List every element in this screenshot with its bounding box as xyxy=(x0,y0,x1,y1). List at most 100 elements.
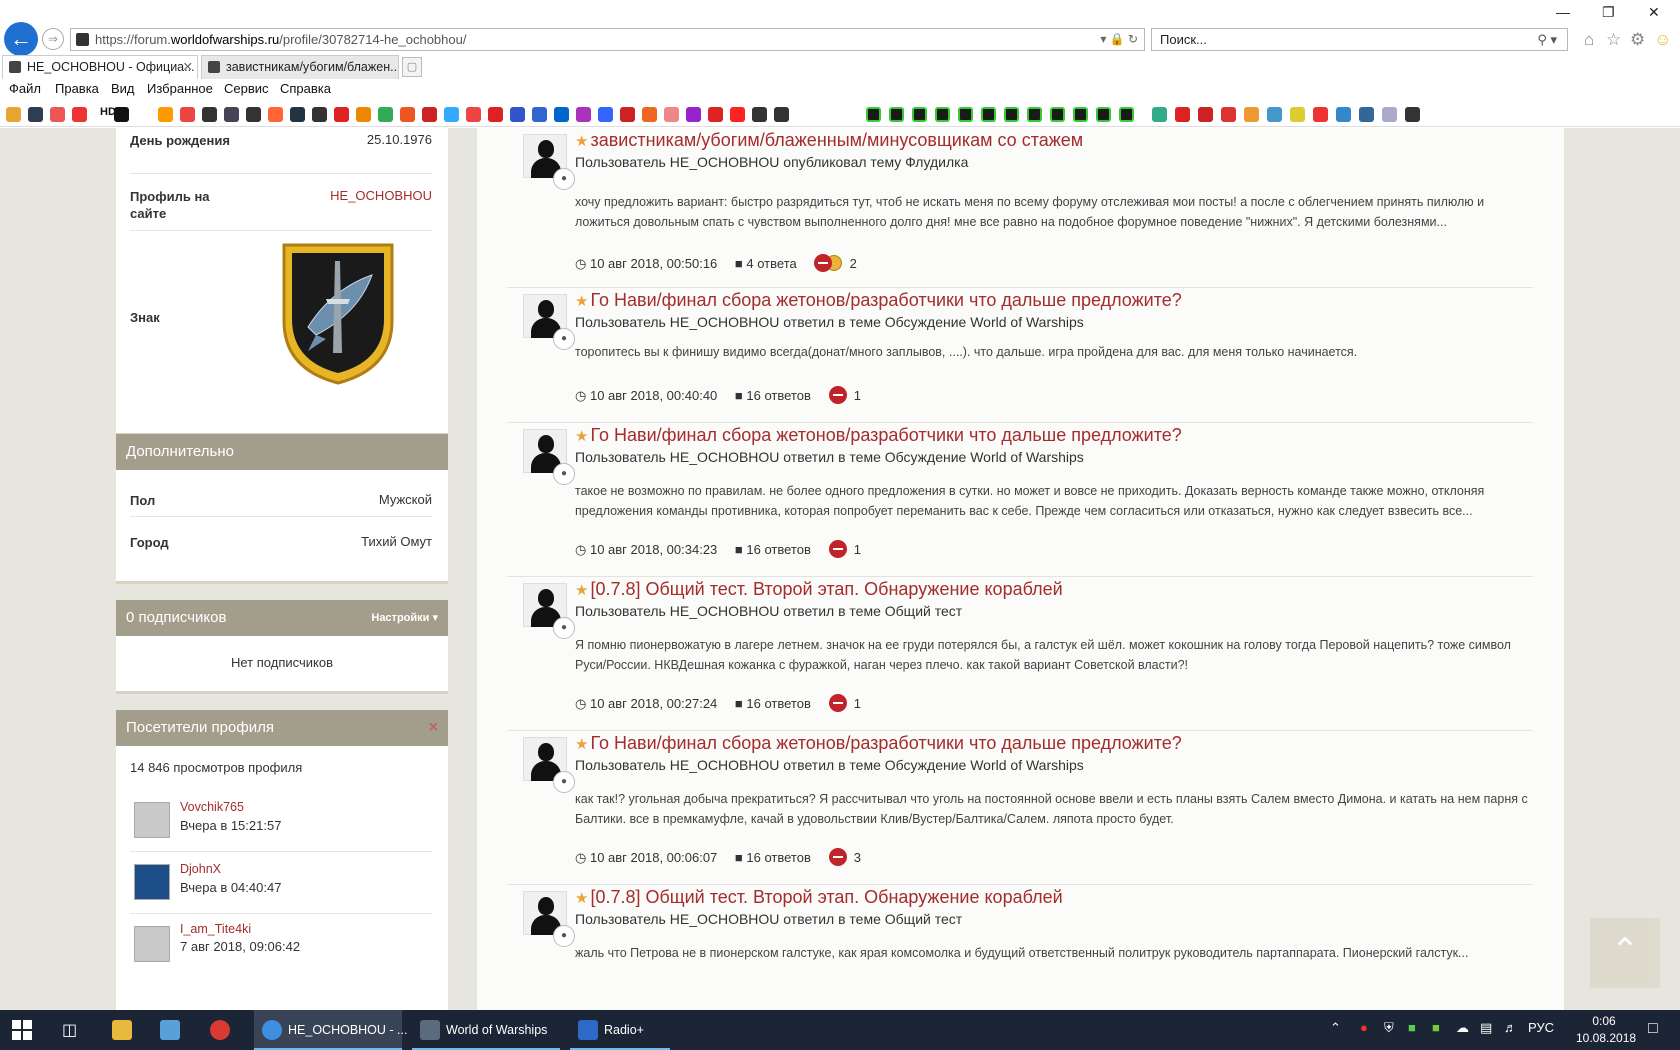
favorite-site-icon[interactable] xyxy=(935,107,950,122)
favorite-site-icon[interactable] xyxy=(6,107,21,122)
task-view-icon[interactable]: ◫ xyxy=(62,1020,77,1040)
minus-reaction-icon[interactable] xyxy=(828,386,847,404)
post-title[interactable]: ★ Го Нави/финал сбора жетонов/разработчик… xyxy=(575,425,1182,446)
tray-volume-icon[interactable]: ♬ xyxy=(1504,1020,1517,1035)
visitor-item[interactable]: DjohnX Вчера в 04:40:47 xyxy=(130,852,432,914)
post-title[interactable]: ★ Го Нави/финал сбора жетонов/разработчик… xyxy=(575,290,1182,311)
search-icon[interactable]: ⚲ ▾ xyxy=(1537,29,1557,50)
reply-count[interactable]: 16 ответов xyxy=(746,388,810,403)
favorite-site-icon[interactable] xyxy=(1290,107,1305,122)
favorite-site-icon[interactable] xyxy=(708,107,723,122)
visitor-item[interactable]: Vovchik765 Вчера в 15:21:57 xyxy=(130,790,432,852)
favorite-site-icon[interactable] xyxy=(1096,107,1111,122)
post-title[interactable]: ★ [0.7.8] Общий тест. Второй этап. Обнару… xyxy=(575,887,1063,908)
favorite-site-icon[interactable] xyxy=(1073,107,1088,122)
menu-help[interactable]: Справка xyxy=(280,81,331,96)
favorite-site-icon[interactable] xyxy=(1027,107,1042,122)
restore-button[interactable]: ❐ xyxy=(1602,4,1615,21)
scroll-to-top-button[interactable]: ⌃ xyxy=(1590,918,1660,988)
back-button[interactable]: ← xyxy=(4,22,38,56)
favorite-site-icon[interactable] xyxy=(72,107,87,122)
favorite-site-icon[interactable] xyxy=(598,107,613,122)
tray-antivirus-icon[interactable]: ● xyxy=(1360,1020,1368,1035)
minus-reaction-icon[interactable] xyxy=(828,540,847,558)
favorite-site-icon[interactable] xyxy=(28,107,43,122)
reply-count[interactable]: 4 ответа xyxy=(746,256,796,271)
favorite-site-icon[interactable] xyxy=(1382,107,1397,122)
favorite-site-icon[interactable] xyxy=(730,107,745,122)
favorite-site-icon[interactable] xyxy=(1221,107,1236,122)
favorite-site-icon[interactable] xyxy=(1336,107,1351,122)
favorite-site-icon[interactable] xyxy=(866,107,881,122)
favorite-site-icon[interactable] xyxy=(50,107,65,122)
close-tab-icon[interactable]: ✕ xyxy=(183,56,193,78)
favorite-site-icon[interactable] xyxy=(136,107,151,122)
favorites-star-icon[interactable]: ☆ xyxy=(1606,30,1621,50)
favorite-site-icon[interactable] xyxy=(510,107,525,122)
favorite-site-icon[interactable] xyxy=(444,107,459,122)
favorite-site-icon[interactable] xyxy=(268,107,283,122)
favorite-site-icon[interactable] xyxy=(1244,107,1259,122)
favorite-site-icon[interactable] xyxy=(1313,107,1328,122)
favorite-site-icon[interactable] xyxy=(224,107,239,122)
tab-profile[interactable]: HE_OCHOBHOU - Официа... ✕ xyxy=(2,55,198,79)
post-title[interactable]: ★ Го Нави/финал сбора жетонов/разработчик… xyxy=(575,733,1182,754)
favorite-site-icon[interactable] xyxy=(774,107,789,122)
settings-gear-icon[interactable]: ⚙ xyxy=(1630,30,1645,50)
reply-count[interactable]: 16 ответов xyxy=(746,850,810,865)
tray-nvidia-icon[interactable]: ■ xyxy=(1432,1020,1440,1035)
favorite-site-icon[interactable] xyxy=(958,107,973,122)
favorite-site-icon[interactable] xyxy=(466,107,481,122)
favorite-site-icon[interactable] xyxy=(180,107,195,122)
favorite-site-icon[interactable] xyxy=(202,107,217,122)
followers-settings-button[interactable]: Настройки ▾ xyxy=(371,600,438,636)
forward-button[interactable]: ⇒ xyxy=(42,28,64,50)
menu-view[interactable]: Вид xyxy=(111,81,135,96)
favorite-site-icon[interactable] xyxy=(1359,107,1374,122)
favorite-site-icon[interactable] xyxy=(1267,107,1282,122)
favorite-site-icon[interactable] xyxy=(488,107,503,122)
reply-count[interactable]: 16 ответов xyxy=(746,696,810,711)
tray-security-icon[interactable]: ■ xyxy=(1408,1020,1416,1035)
address-actions[interactable]: ▾ 🔒 ↻ xyxy=(1100,29,1138,50)
desktop-icon[interactable] xyxy=(160,1020,180,1040)
favorite-site-icon[interactable] xyxy=(1175,107,1190,122)
yandex-browser-icon[interactable] xyxy=(210,1020,230,1040)
reply-count[interactable]: 16 ответов xyxy=(746,542,810,557)
new-tab-button[interactable]: ▢ xyxy=(402,57,422,77)
tray-cloud-icon[interactable]: ☁ xyxy=(1456,1020,1469,1036)
menu-edit[interactable]: Правка xyxy=(55,81,99,96)
favorite-site-icon[interactable] xyxy=(378,107,393,122)
favorite-site-icon[interactable] xyxy=(1004,107,1019,122)
favorite-site-icon[interactable] xyxy=(1119,107,1134,122)
menu-favorites[interactable]: Избранное xyxy=(147,81,213,96)
tray-network-icon[interactable]: ▤ xyxy=(1480,1020,1492,1036)
site-profile-link[interactable]: HE_OCHOBHOU xyxy=(330,188,432,203)
close-window-button[interactable]: ✕ xyxy=(1648,4,1660,21)
tray-clock[interactable]: 0:06 10.08.2018 xyxy=(1576,1013,1636,1047)
minimize-button[interactable]: — xyxy=(1556,4,1570,20)
favorite-site-icon[interactable] xyxy=(554,107,569,122)
tray-language[interactable]: РУС xyxy=(1528,1020,1554,1035)
favorite-site-icon[interactable] xyxy=(158,107,173,122)
favorite-site-icon[interactable] xyxy=(912,107,927,122)
favorite-site-icon[interactable] xyxy=(1050,107,1065,122)
search-box[interactable]: Поиск... ⚲ ▾ xyxy=(1151,28,1568,51)
address-bar[interactable]: https://forum.worldofwarships.ru/profile… xyxy=(70,28,1145,51)
favorite-site-icon[interactable] xyxy=(400,107,415,122)
favorite-site-icon[interactable] xyxy=(889,107,904,122)
visitor-item[interactable]: I_am_Tite4ki 7 авг 2018, 09:06:42 xyxy=(130,914,432,976)
file-explorer-icon[interactable] xyxy=(112,1020,132,1040)
favorite-site-icon[interactable] xyxy=(1198,107,1213,122)
visitor-name[interactable]: DjohnX xyxy=(180,862,221,876)
favorite-site-icon[interactable] xyxy=(576,107,591,122)
visitor-name[interactable]: I_am_Tite4ki xyxy=(180,922,251,936)
taskbar-radio-item[interactable]: Radio+ xyxy=(570,1010,670,1050)
favorite-site-icon[interactable] xyxy=(1152,107,1167,122)
favorite-site-icon[interactable] xyxy=(686,107,701,122)
favorite-site-icon[interactable] xyxy=(356,107,371,122)
notifications-icon[interactable]: □ xyxy=(1648,1020,1658,1038)
favorite-hd-label[interactable]: HD xyxy=(100,106,116,118)
visitor-avatar[interactable] xyxy=(134,926,170,962)
minus-reaction-icon[interactable] xyxy=(828,694,847,712)
